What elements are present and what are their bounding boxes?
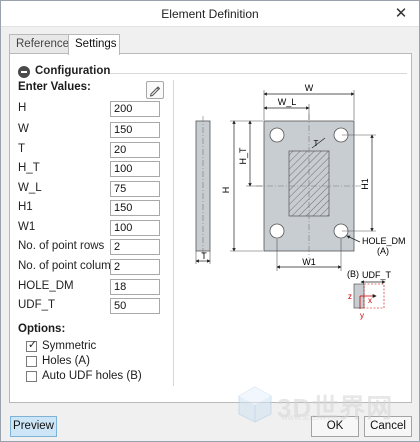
leader-marker: T xyxy=(314,139,319,148)
tab-references[interactable]: References xyxy=(9,34,75,54)
edit-values-button[interactable] xyxy=(146,81,164,99)
w1-input[interactable] xyxy=(110,220,160,236)
h-t-dim-label: H_T xyxy=(238,147,248,165)
field-label: H1 xyxy=(18,201,33,213)
configuration-label: Configuration xyxy=(35,65,111,77)
holes-a-checkbox[interactable] xyxy=(26,356,37,367)
field-t: T xyxy=(18,142,163,158)
h-t-input[interactable] xyxy=(110,161,160,177)
hole-top-left xyxy=(269,127,285,143)
auto-udf-holes-checkbox[interactable] xyxy=(26,371,37,382)
udf-t-dim-label: UDF_T xyxy=(362,270,392,280)
field-w-l: W_L xyxy=(18,181,163,197)
field-h: H xyxy=(18,101,163,117)
checkbox-label: Auto UDF holes (B) xyxy=(42,370,142,382)
udf-b-label: (B) xyxy=(347,269,359,279)
udf-t-input[interactable] xyxy=(110,298,160,314)
field-label: H xyxy=(18,102,27,114)
settings-panel: Configuration Enter Values: H W T H_T xyxy=(9,53,412,403)
preview-button[interactable]: Preview xyxy=(10,416,57,437)
cube-logo-icon xyxy=(238,386,272,423)
field-w1: W1 xyxy=(18,220,163,236)
field-point-rows: No. of point rows xyxy=(18,239,163,255)
field-label: H_T xyxy=(18,162,40,174)
point-rows-input[interactable] xyxy=(110,239,160,255)
title-bar: Element Definition ✕ xyxy=(1,1,419,27)
point-columns-input[interactable] xyxy=(110,259,160,275)
h-input[interactable] xyxy=(110,101,160,117)
w1-dim-label: W1 xyxy=(302,257,316,267)
field-point-columns: No. of point columns xyxy=(18,259,163,275)
element-definition-dialog: Element Definition ✕ References Settings… xyxy=(0,0,420,442)
w-dim-label: W xyxy=(305,83,314,93)
x-axis-label: x xyxy=(368,296,372,305)
enter-values-label: Enter Values: xyxy=(18,81,91,93)
field-label: W1 xyxy=(18,221,36,233)
vertical-divider xyxy=(173,80,174,386)
field-udf-t: UDF_T xyxy=(18,298,163,314)
field-label: T xyxy=(18,143,26,155)
hole-a-label: (A) xyxy=(377,246,389,256)
pencil-icon xyxy=(149,86,161,97)
check-icon: ✓ xyxy=(27,339,38,351)
w-l-input[interactable] xyxy=(110,181,160,197)
w-input[interactable] xyxy=(110,122,160,138)
field-label: No. of point rows xyxy=(18,240,105,252)
watermark: 3D世界网 WWW.3DSJW.COM xyxy=(231,384,411,424)
hole-dm-label: HOLE_DM xyxy=(362,236,406,246)
h-dim-label: H xyxy=(221,187,231,194)
t-input[interactable] xyxy=(110,142,160,158)
hole-dm-input[interactable] xyxy=(110,279,160,295)
section-divider xyxy=(110,73,407,74)
t-dim-label: T xyxy=(201,251,207,261)
hole-bottom-left xyxy=(269,223,285,239)
h1-input[interactable] xyxy=(110,200,160,216)
field-w: W xyxy=(18,122,163,138)
watermark-subtext: WWW.3DSJW.COM xyxy=(281,415,344,422)
tab-settings[interactable]: Settings xyxy=(68,34,120,55)
checkbox-label: Holes (A) xyxy=(42,355,90,367)
parameter-diagram: T W W_L H H_T H1 W1 T HOLE_DM (A) (B) UD… xyxy=(195,83,406,320)
field-hole-dm: HOLE_DM xyxy=(18,279,163,295)
h1-dim-label: H1 xyxy=(360,178,370,190)
z-axis-label: z xyxy=(348,292,352,301)
w-l-dim-label: W_L xyxy=(278,97,297,107)
close-icon[interactable]: ✕ xyxy=(391,4,411,24)
field-label: No. of point columns xyxy=(18,260,123,272)
field-label: W_L xyxy=(18,182,42,194)
window-title: Element Definition xyxy=(161,7,259,21)
field-label: HOLE_DM xyxy=(18,280,74,292)
checkbox-label: Symmetric xyxy=(42,340,97,352)
field-label: UDF_T xyxy=(18,299,56,311)
field-h1: H1 xyxy=(18,200,163,216)
options-label: Options: xyxy=(18,323,66,335)
y-axis-label: y xyxy=(360,311,364,320)
symmetric-checkbox[interactable]: ✓ xyxy=(26,339,38,352)
collapse-icon[interactable] xyxy=(18,66,30,78)
field-h-t: H_T xyxy=(18,161,163,177)
field-label: W xyxy=(18,123,29,135)
